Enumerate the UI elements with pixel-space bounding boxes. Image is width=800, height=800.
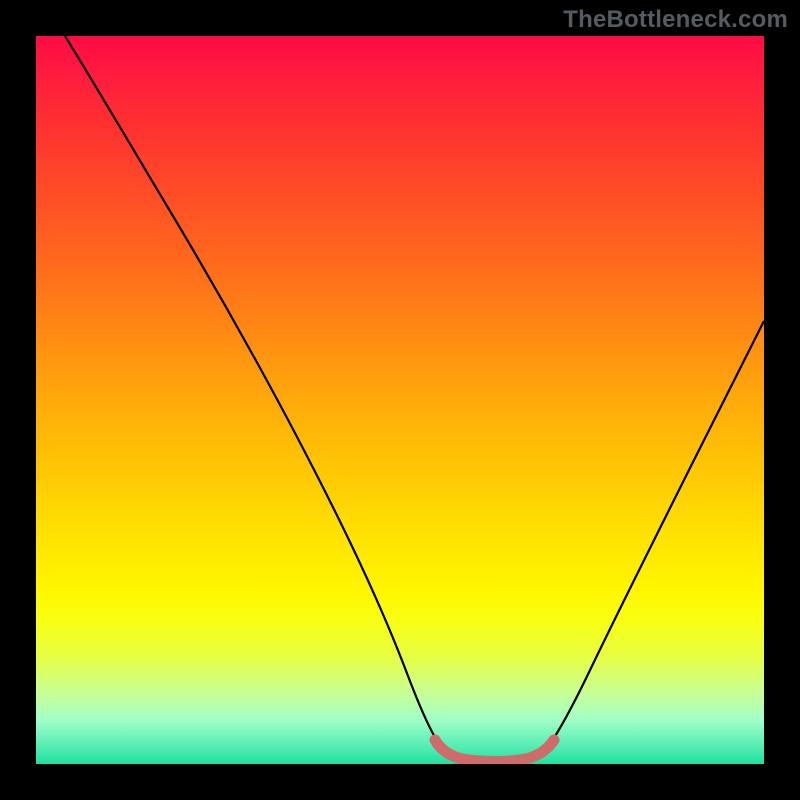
left-curve xyxy=(65,36,444,750)
valley-highlight xyxy=(435,740,554,762)
curve-layer xyxy=(36,36,764,764)
plot-area xyxy=(36,36,764,764)
right-curve xyxy=(546,321,764,750)
watermark-text: TheBottleneck.com xyxy=(563,6,788,34)
chart-frame: TheBottleneck.com xyxy=(0,0,800,800)
